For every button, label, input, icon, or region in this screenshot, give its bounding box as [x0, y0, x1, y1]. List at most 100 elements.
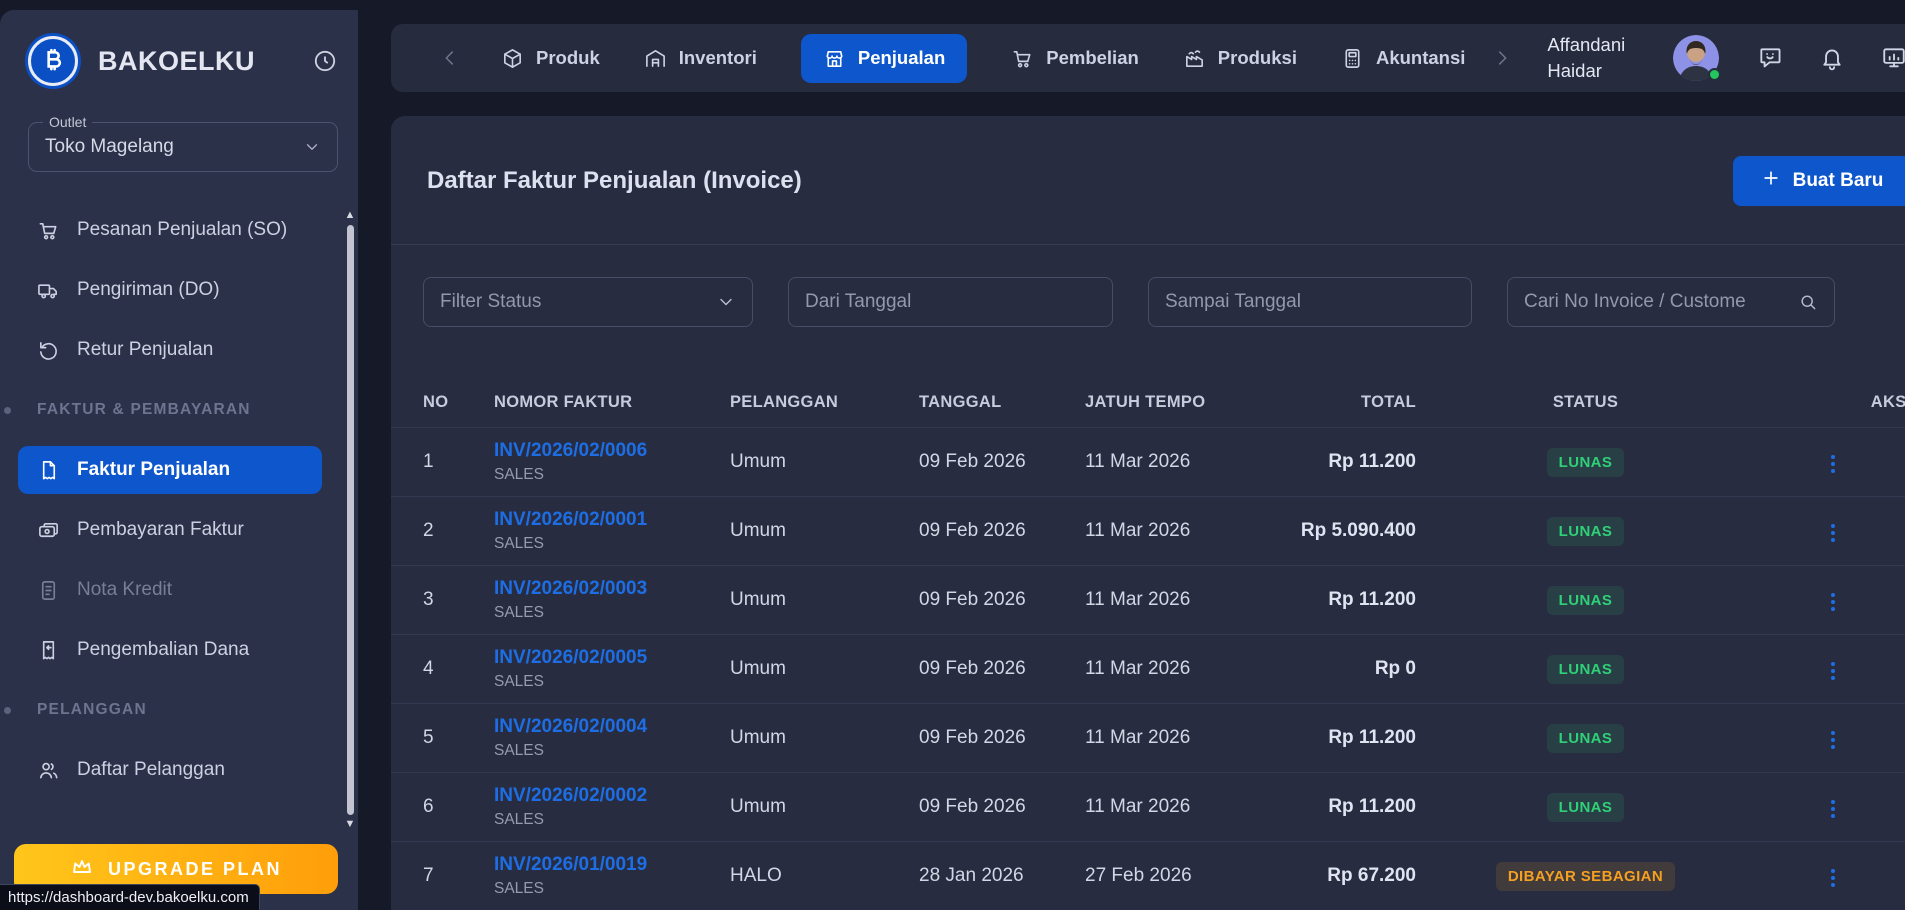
activity-monitor-icon[interactable] [1881, 45, 1905, 71]
search-field[interactable] [1507, 277, 1835, 327]
row-actions-button[interactable] [1821, 587, 1845, 617]
truck-icon [37, 279, 60, 302]
row-actions-button[interactable] [1821, 725, 1845, 755]
table-row: 1 INV/2026/02/0006 SALES Umum 09 Feb 202… [391, 427, 1905, 496]
create-invoice-label: Buat Baru [1793, 170, 1884, 192]
invoice-link[interactable]: INV/2026/02/0005 [494, 647, 730, 669]
invoice-link[interactable]: INV/2026/02/0001 [494, 509, 730, 531]
date-cell: 09 Feb 2026 [919, 589, 1085, 611]
invoice-link[interactable]: INV/2026/02/0003 [494, 578, 730, 600]
tab-akuntansi[interactable]: Akuntansi [1341, 34, 1465, 83]
row-actions-button[interactable] [1821, 794, 1845, 824]
user-name[interactable]: Affandani Haidar [1547, 32, 1647, 84]
sidebar-item-pengembalian-dana[interactable]: Pengembalian Dana [18, 626, 322, 674]
customer-cell: Umum [730, 451, 919, 473]
calculator-icon [1341, 47, 1364, 70]
crown-icon [70, 855, 94, 884]
tab-label: Produksi [1218, 47, 1297, 69]
outlet-select[interactable]: Outlet Toko Magelang [28, 122, 338, 172]
tab-label: Penjualan [858, 47, 945, 69]
table-row: 3 INV/2026/02/0003 SALES Umum 09 Feb 202… [391, 565, 1905, 634]
notifications-bell-icon[interactable] [1819, 45, 1845, 71]
table-row: 5 INV/2026/02/0004 SALES Umum 09 Feb 202… [391, 703, 1905, 772]
row-actions-button[interactable] [1821, 863, 1845, 893]
date-to-input[interactable] [1165, 291, 1455, 313]
upgrade-plan-label: UPGRADE PLAN [108, 859, 282, 880]
customer-cell: HALO [730, 865, 919, 887]
scrollbar-thumb[interactable] [347, 225, 354, 815]
search-input[interactable] [1524, 291, 1788, 313]
status-badge: LUNAS [1547, 793, 1625, 822]
nav-scroll-left-icon[interactable] [439, 47, 461, 69]
invoice-doc-type: SALES [494, 673, 730, 691]
sidebar-item-pengiriman-do[interactable]: Pengiriman (DO) [18, 266, 322, 314]
sidebar-item-daftar-pelanggan[interactable]: Daftar Pelanggan [18, 746, 322, 794]
status-badge: DIBAYAR SEBAGIAN [1496, 862, 1675, 891]
status-filter-select[interactable]: Filter Status [423, 277, 753, 327]
section-bullet-icon [4, 707, 11, 714]
warehouse-icon [644, 47, 667, 70]
status-badge: LUNAS [1547, 517, 1625, 546]
row-actions-button[interactable] [1821, 449, 1845, 479]
scroll-up-icon[interactable]: ▲ [345, 210, 356, 221]
invoice-icon [37, 459, 60, 482]
cart-icon [37, 219, 60, 242]
sidebar-item-label: Pengembalian Dana [77, 639, 249, 661]
date-from-input[interactable] [805, 291, 1096, 313]
due-date-cell: 27 Feb 2026 [1085, 865, 1285, 887]
sidebar-item-pembayaran-faktur[interactable]: Pembayaran Faktur [18, 506, 322, 554]
total-cell: Rp 11.200 [1285, 451, 1416, 473]
sidebar-item-pesanan-penjualan-so[interactable]: Pesanan Penjualan (SO) [18, 206, 322, 254]
store-icon [823, 47, 846, 70]
sidebar-item-label: Pesanan Penjualan (SO) [77, 219, 287, 241]
customer-cell: Umum [730, 520, 919, 542]
feedback-chat-icon[interactable] [1757, 45, 1783, 71]
avatar[interactable] [1673, 35, 1719, 81]
browser-link-preview: https://dashboard-dev.bakoelku.com [0, 884, 260, 910]
invoice-link[interactable]: INV/2026/02/0006 [494, 440, 730, 462]
payment-icon [37, 519, 60, 542]
nav-scroll-right-icon[interactable] [1491, 47, 1513, 69]
tab-produksi[interactable]: Produksi [1183, 34, 1297, 83]
scroll-down-icon[interactable]: ▼ [345, 819, 356, 830]
invoice-link[interactable]: INV/2026/02/0004 [494, 716, 730, 738]
row-actions-button[interactable] [1821, 656, 1845, 686]
tab-produk[interactable]: Produk [501, 34, 600, 83]
invoice-link[interactable]: INV/2026/02/0002 [494, 785, 730, 807]
sidebar-item-nota-kredit[interactable]: Nota Kredit [18, 566, 322, 614]
tab-penjualan[interactable]: Penjualan [801, 34, 967, 83]
date-cell: 09 Feb 2026 [919, 520, 1085, 542]
total-cell: Rp 0 [1285, 658, 1416, 680]
table-header: NO NOMOR FAKTUR PELANGGAN TANGGAL JATUH … [391, 377, 1905, 427]
sidebar-scrollbar[interactable]: ▲ ▼ [344, 210, 356, 830]
tab-label: Produk [536, 47, 600, 69]
invoice-link[interactable]: INV/2026/01/0019 [494, 854, 730, 876]
table-row: 6 INV/2026/02/0002 SALES Umum 09 Feb 202… [391, 772, 1905, 841]
due-date-cell: 11 Mar 2026 [1085, 658, 1285, 680]
invoice-doc-type: SALES [494, 811, 730, 829]
col-invoice: NOMOR FAKTUR [494, 393, 730, 412]
date-to-field[interactable] [1148, 277, 1472, 327]
tab-pembelian[interactable]: Pembelian [1011, 34, 1139, 83]
row-actions-button[interactable] [1821, 518, 1845, 548]
table-row: 4 INV/2026/02/0005 SALES Umum 09 Feb 202… [391, 634, 1905, 703]
customers-icon [37, 759, 60, 782]
invoice-doc-type: SALES [494, 535, 730, 553]
sidebar-collapse-icon[interactable] [312, 48, 338, 74]
card-header: Daftar Faktur Penjualan (Invoice) Buat B… [391, 116, 1905, 245]
customer-cell: Umum [730, 796, 919, 818]
brand-name: BAKOELKU [98, 46, 312, 77]
status-filter-placeholder: Filter Status [440, 291, 541, 313]
factory-icon [1183, 47, 1206, 70]
sidebar-item-faktur-penjualan[interactable]: Faktur Penjualan [18, 446, 322, 494]
total-cell: Rp 67.200 [1285, 865, 1416, 887]
tab-label: Inventori [679, 47, 757, 69]
sidebar-item-retur-penjualan[interactable]: Retur Penjualan [18, 326, 322, 374]
create-invoice-button[interactable]: Buat Baru [1733, 156, 1905, 206]
date-cell: 09 Feb 2026 [919, 451, 1085, 473]
tab-inventori[interactable]: Inventori [644, 34, 757, 83]
row-number: 6 [423, 796, 494, 818]
status-badge: LUNAS [1547, 448, 1625, 477]
due-date-cell: 11 Mar 2026 [1085, 451, 1285, 473]
date-from-field[interactable] [788, 277, 1113, 327]
